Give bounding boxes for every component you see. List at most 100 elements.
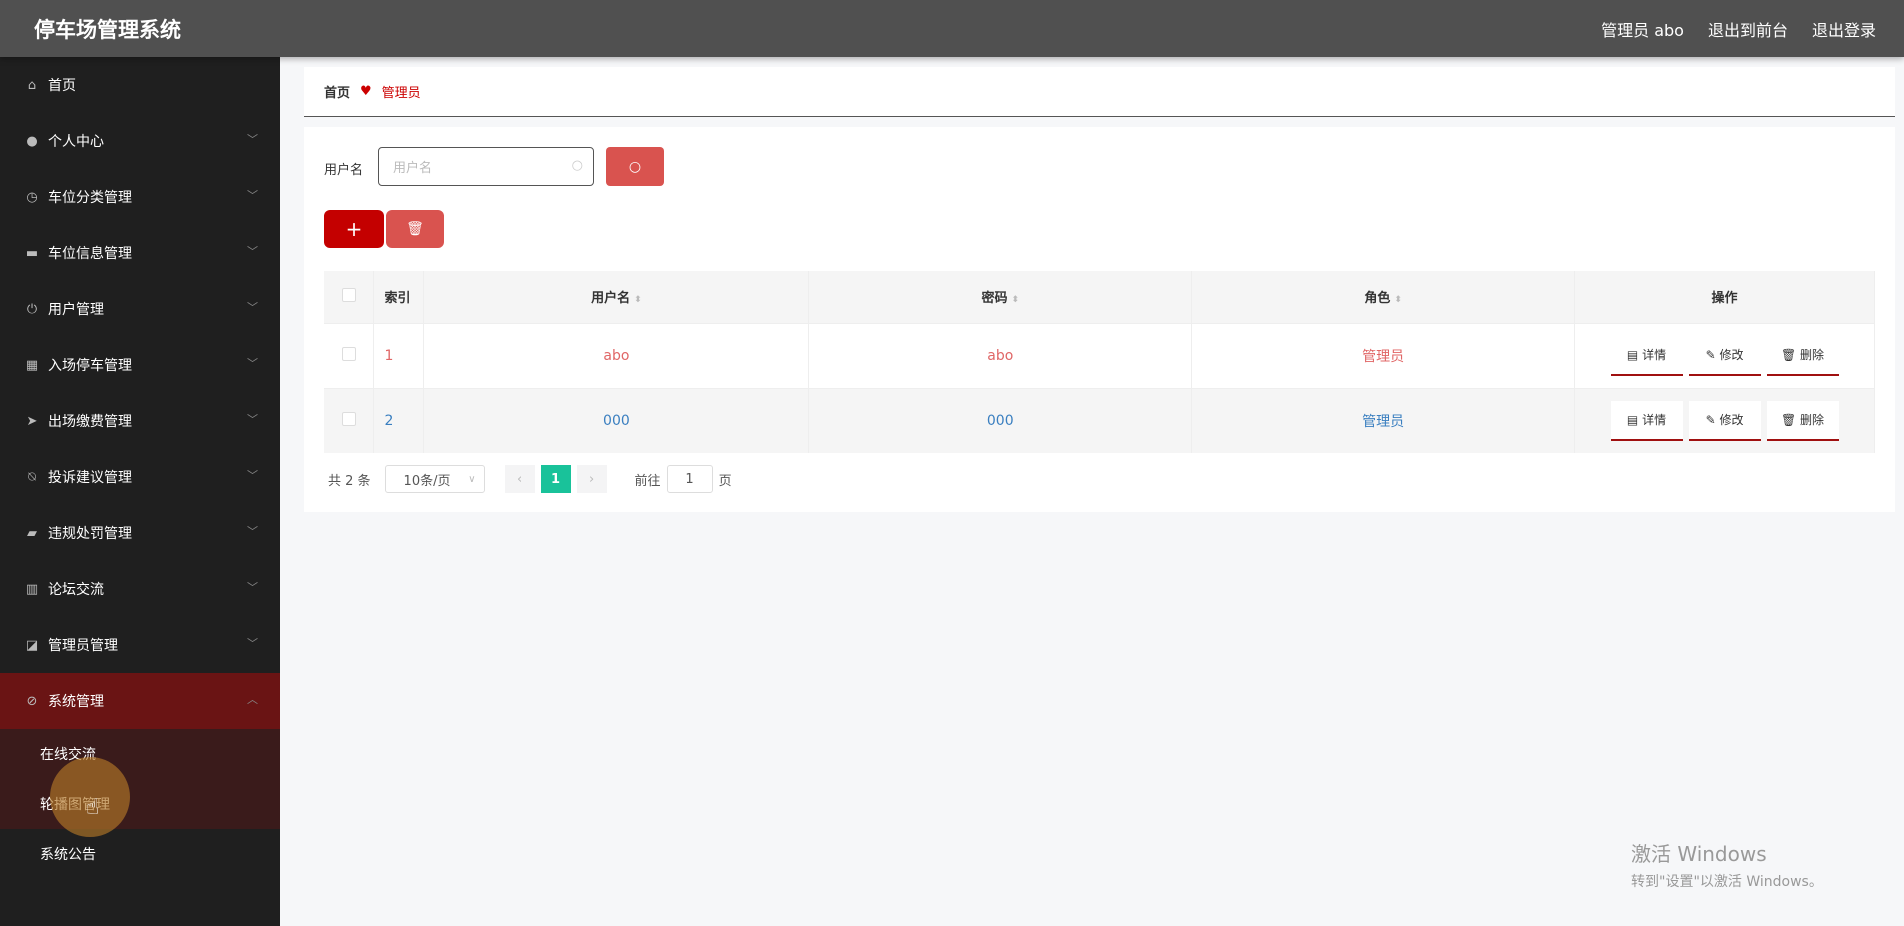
label: 管理员管理 (48, 638, 118, 654)
send-icon: ➤ (26, 413, 38, 429)
sidebar: ⌂ 首页 ● 个人中心 ﹀ ◷ 车位分类管理 ﹀ ▬ 车位信息管理 ﹀ ⏻ 用户管理 ﹀ ▦ 入场停… (0, 57, 280, 926)
label: 删除 (1800, 412, 1825, 427)
page-1-button[interactable]: 1 (540, 465, 571, 493)
sort-icon[interactable]: ⬍ (1011, 295, 1019, 305)
home-icon: ⌂ (27, 77, 37, 93)
sidebar-item-entry[interactable]: ▦ 入场停车管理 ﹀ (0, 337, 280, 393)
compass-icon: ⊘ (26, 693, 38, 709)
sidebar-item-violations[interactable]: ▰ 违规处罚管理 ﹀ (0, 505, 280, 561)
sidebar-item-users[interactable]: ⏻ 用户管理 ﹀ (0, 281, 280, 337)
goto-label: 前往 (634, 473, 661, 489)
label: 密码 (981, 291, 1008, 307)
content-panel: 用户名 用户名 ○ ○ + 🗑 索引 用户名 ⬍ 密码 ⬍ 角色 ⬍ 操作 1 abo … (304, 127, 1895, 512)
sidebar-item-profile[interactable]: ● 个人中心 ﹀ (0, 113, 280, 169)
select-all-checkbox[interactable] (341, 287, 356, 302)
batch-delete-button[interactable]: 🗑 (386, 210, 444, 248)
submenu-carousel[interactable]: 轮播图管理 (0, 779, 280, 829)
col-username[interactable]: 用户名 ⬍ (423, 271, 810, 323)
detail-button[interactable]: ▤ 详情 (1610, 400, 1683, 441)
label: 详情 (1642, 347, 1667, 362)
watermark-text: 转到"设置"以激活 Windows。 (1631, 874, 1823, 890)
sidebar-item-forum[interactable]: ▥ 论坛交流 ﹀ (0, 561, 280, 617)
label: 论坛交流 (48, 582, 104, 598)
chevron-down-icon: ﹀ (247, 469, 258, 482)
edit-button[interactable]: ✎ 修改 (1688, 336, 1761, 376)
front-link[interactable]: 退出到前台 (1708, 17, 1788, 41)
col-password[interactable]: 密码 ⬍ (808, 271, 1193, 323)
label: 首页 (48, 78, 76, 94)
table-row: 1 abo abo 管理员 ▤ 详情 ✎ 修改 🗑 删除 (324, 322, 1875, 388)
delete-button[interactable]: 🗑 删除 (1766, 336, 1839, 376)
page-size-select[interactable]: 10条/页 ∨ (384, 465, 485, 493)
breadcrumb-home[interactable]: 首页 (324, 82, 350, 101)
submenu-notice[interactable]: 系统公告 (0, 829, 280, 879)
col-role[interactable]: 角色 ⬍ (1191, 271, 1576, 323)
label: 修改 (1719, 412, 1744, 427)
col-actions: 操作 (1574, 271, 1875, 323)
detail-button[interactable]: ▤ 详情 (1610, 336, 1683, 376)
windows-activation-watermark: 激活 Windows 转到"设置"以激活 Windows。 (1631, 838, 1823, 891)
cell-username: 000 (423, 387, 810, 453)
table-header: 索引 用户名 ⬍ 密码 ⬍ 角色 ⬍ 操作 (324, 271, 1875, 323)
heart-icon: ♥ (360, 84, 372, 99)
total-count: 共 2 条 (328, 473, 371, 489)
inbox-icon: ▰ (27, 525, 37, 541)
add-button[interactable]: + (324, 210, 384, 248)
trash-icon: 🗑 (406, 221, 424, 237)
label: 个人中心 (48, 134, 104, 150)
label: 角色 (1364, 291, 1391, 307)
logout-link[interactable]: 退出登录 (1812, 17, 1876, 41)
app-title: 停车场管理系统 (34, 18, 181, 42)
table-row: 2 000 000 管理员 ▤ 详情 ✎ 修改 🗑 删除 (324, 387, 1875, 453)
label: 入场停车管理 (48, 358, 132, 374)
label: 车位分类管理 (48, 190, 132, 206)
sort-icon[interactable]: ⬍ (1394, 295, 1402, 305)
label: 删除 (1800, 347, 1825, 362)
cell-username: abo (423, 322, 810, 388)
row-checkbox[interactable] (341, 411, 356, 426)
watermark-title: 激活 Windows (1631, 842, 1767, 866)
goto-page-input[interactable]: 1 (666, 465, 713, 493)
sidebar-item-space-category[interactable]: ◷ 车位分类管理 ﹀ (0, 169, 280, 225)
plus-icon: + (345, 217, 363, 241)
sidebar-item-system[interactable]: ⊘ 系统管理 ︿ (0, 673, 280, 729)
cell-role: 管理员 (1191, 322, 1576, 388)
label: 车位信息管理 (48, 246, 132, 262)
breadcrumb: 首页 ♥ 管理员 (304, 67, 1895, 117)
breadcrumb-current: 管理员 (381, 86, 421, 101)
label: 出场缴费管理 (48, 414, 132, 430)
sidebar-item-complaints[interactable]: ⍉ 投诉建议管理 ﹀ (0, 449, 280, 505)
sort-icon[interactable]: ⬍ (634, 295, 642, 305)
chevron-down-icon: ﹀ (247, 525, 258, 538)
label: 投诉建议管理 (48, 470, 132, 486)
hand-cursor-icon: ☝ (86, 795, 100, 820)
username-search-input[interactable]: 用户名 ○ (378, 147, 594, 186)
current-user: 管理员 abo (1601, 21, 1684, 40)
prev-page-button[interactable]: ‹ (504, 465, 535, 493)
label: 10条/页 (403, 473, 451, 489)
col-index: 索引 (373, 271, 425, 323)
search-icon: ○ (628, 158, 642, 175)
sidebar-item-space-info[interactable]: ▬ 车位信息管理 ﹀ (0, 225, 280, 281)
cell-password: abo (808, 322, 1193, 388)
line-chart-icon: ◪ (25, 637, 39, 653)
cell-password: 000 (808, 387, 1193, 453)
delete-button[interactable]: 🗑 删除 (1766, 400, 1839, 441)
user-icon: ● (26, 133, 38, 149)
edit-button[interactable]: ✎ 修改 (1688, 400, 1761, 441)
next-page-button[interactable]: › (576, 465, 607, 493)
chevron-down-icon: ﹀ (247, 133, 258, 146)
sidebar-item-home[interactable]: ⌂ 首页 (0, 57, 280, 113)
label: 详情 (1642, 412, 1667, 427)
chevron-down-icon: ﹀ (247, 301, 258, 314)
label: 用户管理 (48, 302, 104, 318)
ticket-icon: ▬ (25, 245, 39, 261)
submenu-online-chat[interactable]: 在线交流 (0, 729, 280, 779)
sidebar-item-exit[interactable]: ➤ 出场缴费管理 ﹀ (0, 393, 280, 449)
search-button[interactable]: ○ (606, 147, 664, 186)
chevron-down-icon: ∨ (468, 473, 476, 485)
chevron-down-icon: ﹀ (247, 189, 258, 202)
pagination: 共 2 条 10条/页 ∨ ‹ 1 › 前往 1 页 (328, 465, 732, 493)
row-checkbox[interactable] (341, 346, 356, 361)
sidebar-item-admins[interactable]: ◪ 管理员管理 ﹀ (0, 617, 280, 673)
